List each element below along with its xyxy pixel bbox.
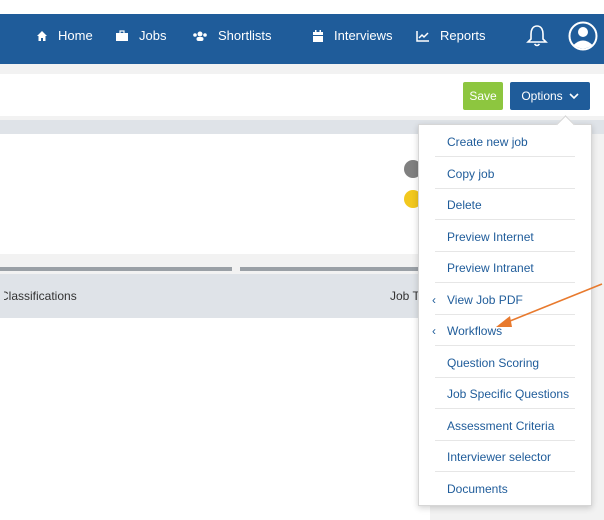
menu-item[interactable]: Documents: [435, 474, 575, 504]
menu-item[interactable]: Copy job: [435, 159, 575, 189]
menu-item-label: Workflows: [447, 324, 503, 338]
briefcase-icon: [116, 30, 128, 41]
nav-shortlists[interactable]: Shortlists: [192, 26, 271, 46]
menu-item-label: Assessment Criteria: [447, 418, 555, 433]
menu-item[interactable]: Assessment Criteria: [435, 411, 575, 441]
column-header-classifications: Classifications: [0, 289, 77, 303]
table-body: [0, 318, 430, 520]
nav-reports-label: Reports: [440, 28, 486, 43]
top-strip: [0, 0, 604, 14]
column-header-job: Job T: [390, 289, 420, 303]
menu-item[interactable]: Preview Internet: [435, 222, 575, 252]
menu-item-label: Preview Intranet: [447, 261, 534, 275]
nav-home-label: Home: [58, 28, 93, 43]
menu-item[interactable]: Interviewer selector: [435, 442, 575, 472]
menu-item-label: Copy job: [447, 166, 495, 181]
menu-item-label: Interviewer selector: [447, 450, 552, 464]
user-circle-icon[interactable]: [568, 21, 598, 51]
menu-item[interactable]: Delete: [435, 190, 575, 220]
nav-jobs-label: Jobs: [139, 28, 167, 43]
home-icon: [37, 31, 47, 41]
nav-jobs[interactable]: Jobs: [115, 26, 166, 46]
options-label: Options: [521, 89, 563, 103]
nav-reports[interactable]: Reports: [416, 26, 486, 46]
nav-home[interactable]: Home: [36, 26, 93, 46]
menu-item[interactable]: Create new job: [435, 127, 575, 157]
nav-interviews[interactable]: Interviews: [312, 26, 393, 46]
tab-indicator: [0, 267, 232, 271]
chevron-left-icon: ‹: [432, 292, 436, 307]
menu-item-label: Create new job: [447, 135, 528, 149]
bell-icon[interactable]: [526, 24, 548, 48]
menu-item-label: Job Specific Questions: [447, 387, 570, 401]
menu-item[interactable]: ‹ View Job PDF: [432, 285, 575, 315]
nav-interviews-label: Interviews: [334, 28, 393, 43]
tab-indicator: [240, 267, 420, 271]
nav-shortlists-label: Shortlists: [218, 28, 272, 43]
menu-item-label: Preview Internet: [447, 229, 534, 244]
chart-icon: [416, 31, 429, 42]
top-nav: Home Jobs Shortlists Interviews Reports: [0, 0, 604, 64]
job-detail-panel: [0, 134, 430, 254]
chevron-down-icon: [569, 93, 579, 100]
options-dropdown-menu: Create new job Copy job Delete Preview Inte…: [418, 115, 592, 506]
menu-item[interactable]: Question Scoring: [435, 348, 575, 378]
menu-item-label: View Job PDF: [447, 292, 523, 307]
menu-item[interactable]: Preview Intranet: [435, 253, 575, 283]
save-button[interactable]: Save: [463, 82, 503, 110]
menu-item-label: Question Scoring: [447, 355, 540, 370]
options-button[interactable]: Options: [510, 82, 590, 110]
menu-item-label: Delete: [447, 198, 482, 212]
menu-item[interactable]: Job Specific Questions: [435, 379, 575, 409]
menu-item[interactable]: ‹ Workflows: [432, 316, 575, 346]
calendar-icon: [313, 29, 323, 42]
chevron-left-icon: ‹: [432, 324, 436, 338]
users-icon: [193, 31, 207, 41]
menu-item-label: Documents: [447, 481, 508, 496]
